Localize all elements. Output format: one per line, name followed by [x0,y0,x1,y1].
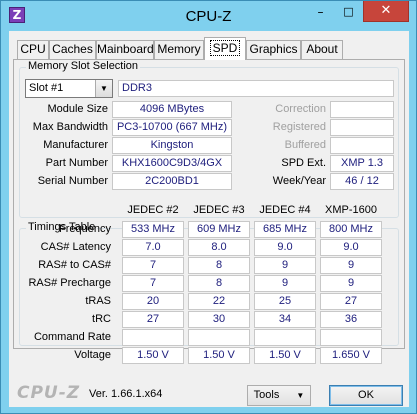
timings-cell: 533 MHz [122,221,184,238]
slot-select-value: Slot #1 [29,82,64,94]
timings-cell: 1.50 V [254,347,316,364]
timings-cell [188,329,250,346]
timings-cell: 9.0 [254,239,316,256]
timings-cell: 7 [122,275,184,292]
timings-column-header: JEDEC #4 [259,204,311,216]
tab-about[interactable]: About [301,40,343,59]
timings-cell: 25 [254,293,316,310]
ok-button[interactable]: OK [329,385,403,406]
timings-cell: 34 [254,311,316,328]
client-area: CPU Caches Mainboard Memory SPD Graphics… [9,31,409,407]
tools-button[interactable]: Tools ▼ [247,385,311,406]
timings-cell: 8 [188,257,250,274]
timings-row-label: tRAS [85,295,111,307]
timings-cell: 36 [320,311,382,328]
timings-row-label: Command Rate [33,331,111,343]
tab-memory[interactable]: Memory [154,40,204,59]
timings-cell: 1.50 V [122,347,184,364]
close-icon[interactable]: ✕ [363,1,409,22]
tab-cpu[interactable]: CPU [17,40,49,59]
timings-cell: 685 MHz [254,221,316,238]
registered-label: Registered [272,121,326,133]
tab-mainboard[interactable]: Mainboard [96,40,154,59]
timings-cell: 8.0 [188,239,250,256]
version-label: Ver. 1.66.1.x64 [89,388,163,400]
serial-number-label: Serial Number [37,175,108,187]
maximize-icon[interactable]: □ [335,6,362,26]
timings-row-label: Frequency [59,223,111,235]
timings-cell: 9 [254,257,316,274]
timings-row-label: Voltage [74,349,111,361]
timings-row-label: RAS# to CAS# [38,259,111,271]
spd-ext-label: SPD Ext. [281,157,326,169]
manufacturer-field: Kingston [112,137,232,154]
week-year-label: Week/Year [272,175,326,187]
part-number-label: Part Number [45,157,108,169]
week-year-field: 46 / 12 [330,173,394,190]
cpuz-window: Z CPU-Z – □ ✕ CPU Caches Mainboard Memor… [0,0,417,414]
timings-row-label: CAS# Latency [40,241,111,253]
timings-cell [320,329,382,346]
timings-cell: 7 [122,257,184,274]
serial-number-field: 2C200BD1 [112,173,232,190]
module-size-label: Module Size [47,103,108,115]
timings-cell: 1.50 V [188,347,250,364]
tab-spd[interactable]: SPD [204,37,246,60]
manufacturer-label: Manufacturer [43,139,108,151]
timings-column-header: XMP-1600 [325,204,377,216]
cpuz-logo: CPU-Z [17,383,81,403]
timings-column-header: JEDEC #3 [193,204,245,216]
timings-cell: 8 [188,275,250,292]
module-size-field: 4096 MBytes [112,101,232,118]
timings-cell: 22 [188,293,250,310]
memory-slot-group: Memory Slot Selection Slot #1 ▼ DDR3 Mod… [19,60,399,218]
timings-row-label: tRC [92,313,111,325]
timings-row-label: RAS# Precharge [28,277,111,289]
chevron-down-icon[interactable]: ▼ [95,80,112,97]
timings-cell [122,329,184,346]
correction-field [330,101,394,118]
timings-cell: 7.0 [122,239,184,256]
chevron-down-icon: ▼ [296,391,305,400]
tools-button-label: Tools [253,389,280,401]
tab-caches[interactable]: Caches [49,40,96,59]
timings-cell: 9 [320,275,382,292]
timings-cell: 27 [122,311,184,328]
max-bandwidth-field: PC3-10700 (667 MHz) [112,119,232,136]
timings-cell: 9.0 [320,239,382,256]
timings-cell: 800 MHz [320,221,382,238]
spd-ext-field: XMP 1.3 [330,155,394,172]
memory-type-field: DDR3 [118,80,394,97]
timings-cell: 1.650 V [320,347,382,364]
slot-select[interactable]: Slot #1 ▼ [25,79,113,98]
timings-cell: 30 [188,311,250,328]
title-bar[interactable]: Z CPU-Z – □ ✕ [1,1,416,31]
timings-column-header: JEDEC #2 [127,204,179,216]
timings-cell [254,329,316,346]
timings-cell: 609 MHz [188,221,250,238]
registered-field [330,119,394,136]
timings-cell: 9 [254,275,316,292]
tab-graphics[interactable]: Graphics [246,40,301,59]
minimize-icon[interactable]: – [307,6,334,27]
timings-cell: 27 [320,293,382,310]
timings-cell: 9 [320,257,382,274]
buffered-label: Buffered [284,139,326,151]
buffered-field [330,137,394,154]
max-bandwidth-label: Max Bandwidth [32,121,108,133]
timings-cell: 20 [122,293,184,310]
memory-slot-group-title: Memory Slot Selection [26,60,141,72]
part-number-field: KHX1600C9D3/4GX [112,155,232,172]
correction-label: Correction [275,103,326,115]
